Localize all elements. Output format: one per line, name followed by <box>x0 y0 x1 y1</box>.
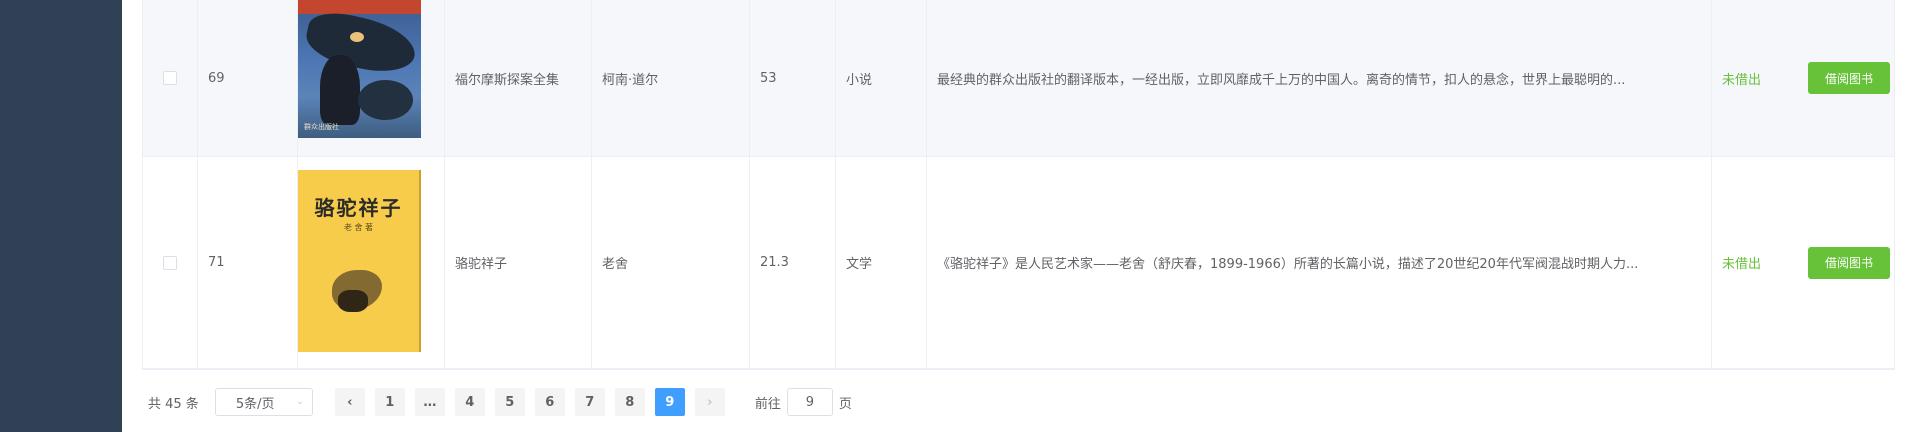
book-author: 老舍 <box>592 157 750 368</box>
cover-author: 老 舍 著 <box>343 223 374 232</box>
pager: ‹ 1 … 4 5 6 7 8 9 › <box>334 388 725 416</box>
book-title: 福尔摩斯探案全集 <box>445 0 592 156</box>
chevron-right-icon[interactable]: › <box>694 388 725 416</box>
book-description: 《骆驼祥子》是人民艺术家——老舍（舒庆春，1899-1966）所著的长篇小说，描… <box>937 257 1639 272</box>
table-row: 71 骆驼祥子 老 舍 著 骆驼祥子 老舍 21.3 文学 《骆驼祥子》是人民艺… <box>143 157 1894 369</box>
book-author: 柯南·道尔 <box>592 0 750 156</box>
page-button[interactable]: 4 <box>454 388 485 416</box>
borrow-status: 未借出 <box>1722 257 1762 272</box>
book-cover-image: 群众出版社 <box>298 0 421 138</box>
page-button[interactable]: 7 <box>574 388 605 416</box>
cover-title: 骆驼祥子 <box>314 196 403 220</box>
main-content: 69 群众出版社 福尔摩斯探案全集 柯南·道尔 53 小说 最经典的群众出版社的… <box>122 0 1920 432</box>
book-category: 文学 <box>836 157 927 368</box>
page-size-value: 5条/页 <box>235 396 275 412</box>
chevron-left-icon[interactable]: ‹ <box>334 388 365 416</box>
borrow-book-button[interactable]: 借阅图书 <box>1808 62 1890 94</box>
goto-page-input[interactable] <box>786 388 833 416</box>
goto-label: 前往 <box>754 396 781 412</box>
table-row: 69 群众出版社 福尔摩斯探案全集 柯南·道尔 53 小说 最经典的群众出版社的… <box>143 0 1894 157</box>
row-checkbox[interactable] <box>163 71 177 85</box>
row-checkbox-cell <box>143 157 198 368</box>
chevron-down-icon: ⌄ <box>296 397 304 407</box>
book-price: 53 <box>750 0 836 156</box>
book-id: 69 <box>198 0 298 156</box>
borrow-book-button[interactable]: 借阅图书 <box>1808 246 1890 279</box>
pagination: 共 45 条 5条/页 ⌄ ‹ 1 … 4 5 6 7 8 9 › 前往 页 <box>148 388 852 416</box>
book-cover-cell: 骆驼祥子 老 舍 著 <box>298 157 445 368</box>
page-button[interactable]: 1 <box>374 388 405 416</box>
sidebar <box>0 0 122 432</box>
book-table: 69 群众出版社 福尔摩斯探案全集 柯南·道尔 53 小说 最经典的群众出版社的… <box>142 0 1895 370</box>
page-size-select[interactable]: 5条/页 ⌄ <box>214 388 313 416</box>
book-title: 骆驼祥子 <box>445 157 592 368</box>
row-checkbox-cell <box>143 0 198 156</box>
cover-publisher: 群众出版社 <box>304 123 339 131</box>
status-action-cell: 未借出 借阅图书 <box>1712 157 1896 368</box>
book-description: 最经典的群众出版社的翻译版本，一经出版，立即风靡成千上万的中国人。离奇的情节，扣… <box>937 72 1626 88</box>
page-suffix: 页 <box>838 396 852 412</box>
book-price: 21.3 <box>750 157 836 368</box>
book-description-cell: 最经典的群众出版社的翻译版本，一经出版，立即风靡成千上万的中国人。离奇的情节，扣… <box>927 0 1712 156</box>
page-button-current[interactable]: 9 <box>654 388 685 416</box>
book-description-cell: 《骆驼祥子》是人民艺术家——老舍（舒庆春，1899-1966）所著的长篇小说，描… <box>927 157 1712 368</box>
page-button[interactable]: 5 <box>494 388 525 416</box>
pagination-total: 共 45 条 <box>148 396 199 412</box>
row-checkbox[interactable] <box>163 255 177 270</box>
status-action-cell: 未借出 借阅图书 <box>1712 0 1896 156</box>
book-category: 小说 <box>836 0 927 156</box>
page-button[interactable]: 8 <box>614 388 645 416</box>
more-pages-ellipsis[interactable]: … <box>414 388 445 416</box>
book-cover-image: 骆驼祥子 老 舍 著 <box>298 170 421 352</box>
page-jumper: 前往 页 <box>755 388 852 416</box>
book-id: 71 <box>198 157 298 368</box>
borrow-status: 未借出 <box>1722 72 1762 88</box>
book-cover-cell: 群众出版社 <box>298 0 445 156</box>
page-button[interactable]: 6 <box>534 388 565 416</box>
